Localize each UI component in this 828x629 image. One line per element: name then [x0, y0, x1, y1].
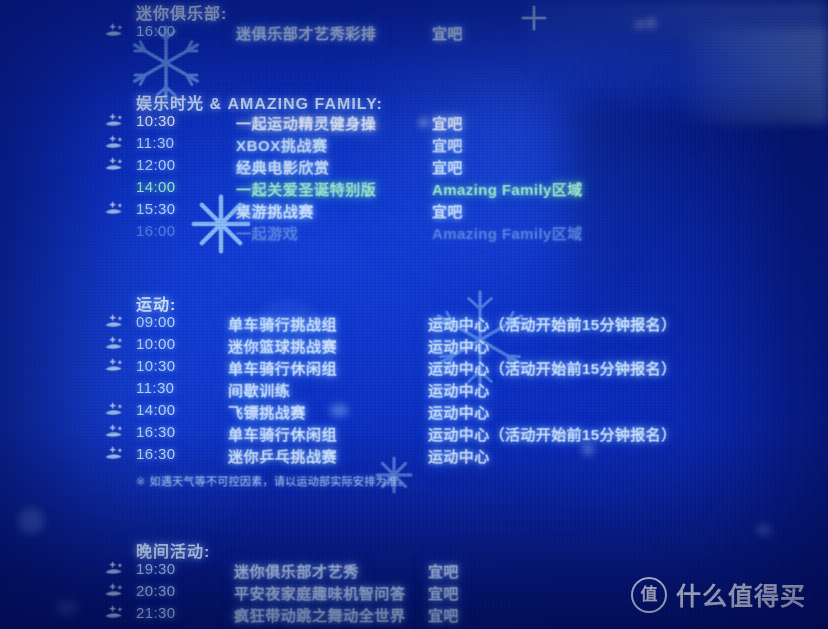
screen-vignette	[0, 0, 828, 629]
schedule-screen: 迷你俱乐部: 16:00迷俱乐部才艺秀彩排宜吧娱乐时光 & AMAZING FA…	[0, 0, 828, 629]
